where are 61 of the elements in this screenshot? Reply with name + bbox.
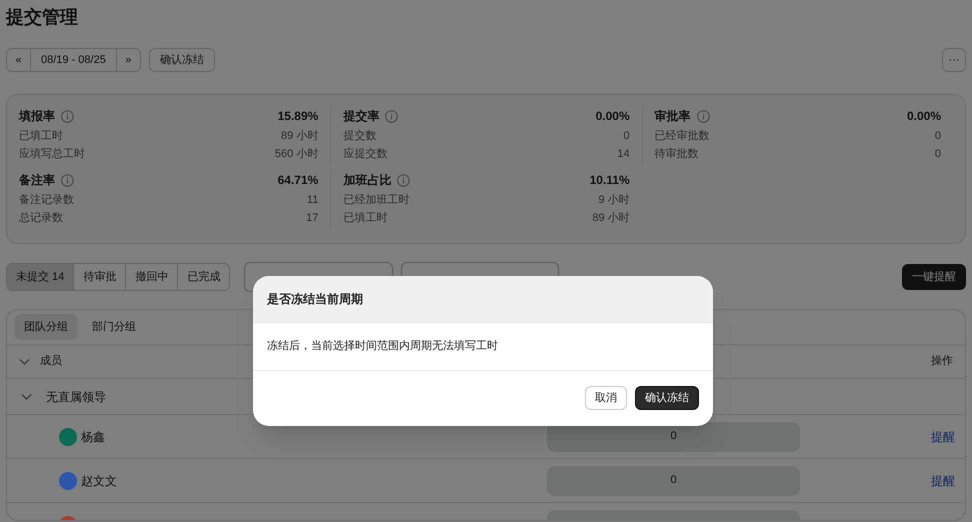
chevron-down-icon[interactable] bbox=[19, 356, 30, 367]
confirm-freeze-button[interactable]: 确认冻结 bbox=[635, 386, 699, 410]
stat-value: 0 bbox=[934, 128, 941, 144]
count-cell: 0 bbox=[547, 466, 800, 496]
remind-link[interactable]: 提醒 bbox=[931, 472, 955, 490]
member-name: 杨鑫 bbox=[81, 428, 106, 446]
stat-value: 560 小时 bbox=[274, 146, 318, 162]
stat-label: 备注记录数 bbox=[19, 192, 74, 208]
remind-link[interactable]: 提醒 bbox=[931, 428, 955, 446]
stat-title: 提交率 bbox=[343, 108, 380, 125]
stat-title: 备注率 bbox=[19, 172, 55, 189]
stat-label: 待审批数 bbox=[654, 146, 699, 162]
count-cell: 0 bbox=[547, 422, 800, 452]
stat-value: 89 小时 bbox=[592, 210, 630, 226]
stat-rate: 0.00% bbox=[596, 108, 630, 125]
info-icon bbox=[61, 110, 74, 122]
info-icon bbox=[696, 110, 710, 122]
stat-value: 0 bbox=[624, 128, 630, 144]
stat-label: 已经加班工时 bbox=[343, 192, 410, 208]
previous-week-button[interactable]: « bbox=[7, 49, 31, 71]
stat-value: 89 小时 bbox=[281, 128, 318, 144]
status-tab[interactable]: 未提交 14 bbox=[7, 264, 74, 290]
stat-rate: 10.11% bbox=[590, 172, 630, 189]
date-range: 08/19 - 08/25 bbox=[40, 52, 107, 68]
stat-label: 提交数 bbox=[343, 128, 376, 144]
stat-label: 应填写总工时 bbox=[19, 146, 85, 162]
more-button[interactable]: ··· bbox=[942, 48, 966, 72]
stat-value: 11 bbox=[306, 192, 318, 208]
dialog-message: 冻结后，当前选择时间范围内周期无法填写工时 bbox=[267, 338, 498, 354]
stat-title: 审批率 bbox=[654, 108, 691, 125]
column-header: 操作 bbox=[931, 354, 953, 370]
chevron-down-icon[interactable] bbox=[21, 391, 32, 402]
next-week-button[interactable]: » bbox=[116, 49, 140, 71]
stat-label: 已填工时 bbox=[343, 210, 388, 226]
stat-label: 已填工时 bbox=[19, 128, 63, 144]
group-label: 无直属领导 bbox=[46, 388, 106, 406]
stat-rate: 64.71% bbox=[278, 172, 318, 189]
stat-rate: 0.00% bbox=[906, 108, 941, 125]
stat-value: 9 小时 bbox=[598, 192, 630, 208]
stat-label: 总记录数 bbox=[19, 210, 63, 226]
stat-title: 填报率 bbox=[19, 108, 55, 125]
confirm-freeze-button[interactable]: 确认冻结 bbox=[148, 48, 215, 72]
group-tab[interactable]: 部门分组 bbox=[83, 314, 145, 340]
status-tab[interactable]: 已完成 bbox=[177, 264, 230, 290]
column-header: 成员 bbox=[40, 354, 62, 370]
stat-value: 14 bbox=[617, 146, 630, 162]
dialog-title: 是否冻结当前周期 bbox=[267, 291, 363, 308]
group-tab[interactable]: 团队分组 bbox=[15, 314, 77, 340]
member-name: 赵文文 bbox=[81, 472, 118, 490]
stat-label: 已经审批数 bbox=[654, 128, 710, 144]
stat-label: 应提交数 bbox=[343, 146, 388, 162]
stat-title: 加班占比 bbox=[343, 172, 392, 189]
info-icon bbox=[385, 110, 398, 122]
stat-value: 17 bbox=[306, 210, 318, 226]
stat-value: 0 bbox=[934, 146, 941, 162]
info-icon bbox=[61, 174, 74, 186]
cancel-button[interactable]: 取消 bbox=[585, 386, 627, 410]
stat-rate: 15.89% bbox=[278, 108, 318, 125]
remind-all-button[interactable]: 一键提醒 bbox=[902, 264, 966, 290]
info-icon bbox=[397, 174, 410, 186]
page-title: 提交管理 bbox=[6, 6, 79, 29]
